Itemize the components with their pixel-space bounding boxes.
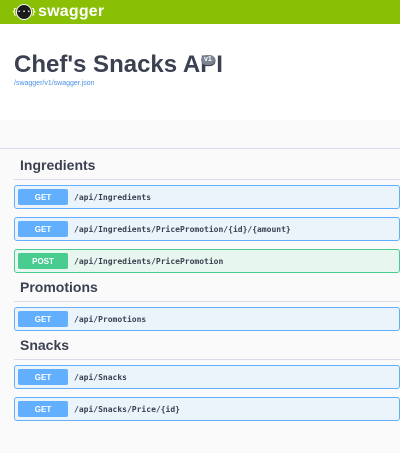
operation-path: /api/Ingredients/PricePromotion: [74, 256, 224, 266]
method-badge: GET: [18, 221, 68, 237]
tag-divider: [14, 301, 400, 302]
method-badge: GET: [18, 401, 68, 417]
brand-name[interactable]: swagger: [38, 3, 104, 21]
operation-get-promotions[interactable]: GET /api/Promotions: [14, 307, 400, 331]
tag-divider: [14, 179, 400, 180]
method-badge: GET: [18, 189, 68, 205]
operation-get-ingredients-price-promotion[interactable]: GET /api/Ingredients/PricePromotion/{id}…: [14, 217, 400, 241]
method-badge: GET: [18, 311, 68, 327]
tag-promotions[interactable]: Promotions: [0, 273, 400, 301]
tag-divider: [14, 359, 400, 360]
operation-path: /api/Ingredients: [74, 192, 152, 202]
operation-get-ingredients[interactable]: GET /api/Ingredients: [14, 185, 400, 209]
operation-path: /api/Promotions: [74, 314, 147, 324]
version-badge: v1: [201, 55, 215, 65]
operations-list: Ingredients GET /api/Ingredients GET /ap…: [0, 148, 400, 421]
method-badge: POST: [18, 253, 68, 269]
operation-get-snacks[interactable]: GET /api/Snacks: [14, 365, 400, 389]
spec-link[interactable]: /swagger/v1/swagger.json: [14, 80, 95, 87]
operation-path: /api/Snacks/Price/{id}: [74, 404, 180, 414]
operation-get-snacks-price[interactable]: GET /api/Snacks/Price/{id}: [14, 397, 400, 421]
operation-path: /api/Ingredients/PricePromotion/{id}/{am…: [74, 224, 291, 234]
operation-post-ingredients-price-promotion[interactable]: POST /api/Ingredients/PricePromotion: [14, 249, 400, 273]
swagger-logo-icon[interactable]: {···}: [12, 4, 36, 20]
api-title: Chef's Snacks API: [14, 51, 223, 78]
method-badge: GET: [18, 369, 68, 385]
tag-title: Ingredients: [20, 157, 96, 173]
topbar: {···} swagger: [0, 0, 400, 24]
tag-snacks[interactable]: Snacks: [0, 331, 400, 359]
operation-path: /api/Snacks: [74, 372, 127, 382]
tag-ingredients[interactable]: Ingredients: [0, 149, 400, 179]
api-info: Chef's Snacks API v1 /swagger/v1/swagger…: [0, 24, 400, 120]
tag-title: Snacks: [20, 337, 70, 353]
tag-title: Promotions: [20, 279, 98, 295]
